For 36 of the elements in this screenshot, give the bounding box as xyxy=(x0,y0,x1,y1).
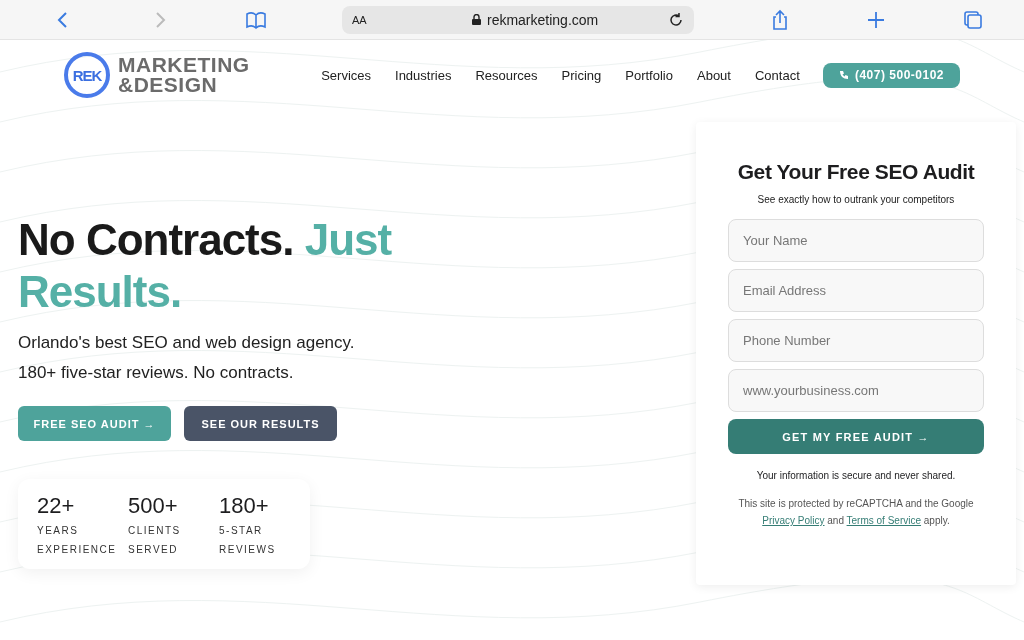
address-bar[interactable]: AA rekmarketing.com xyxy=(341,5,694,34)
terms-link[interactable]: Terms of Service xyxy=(846,515,922,526)
subtitle: Orlando's best SEO and web design agency. 180+ five-star reviews. No contracts. xyxy=(18,332,356,384)
phone-icon xyxy=(838,70,849,80)
nav-link[interactable]: Industries xyxy=(395,67,452,83)
stat-label: 5-STAR REVIEWS xyxy=(219,524,277,557)
tabs-icon[interactable] xyxy=(961,8,984,31)
form-subtitle: See exactly how to outrank your competitors xyxy=(757,194,955,205)
legal-text: This site is protected by reCAPTCHA and the Google Privacy Policy and Terms of Service apply. xyxy=(737,497,975,528)
logo-text[interactable]: MARKETING &DESIGN xyxy=(118,55,250,95)
input-field[interactable]: Phone Number xyxy=(728,319,984,362)
secure-note: Your information is secure and never shared. xyxy=(756,470,956,481)
privacy-link[interactable]: Privacy Policy xyxy=(762,515,825,526)
stat-value: 22+ xyxy=(37,493,75,519)
input-field[interactable]: www.yourbusiness.com xyxy=(728,369,984,412)
nav-link[interactable]: Portfolio xyxy=(625,67,673,83)
headline: No Contracts. Just Results. xyxy=(18,214,393,318)
logo-mark[interactable]: REK xyxy=(64,52,110,98)
input-field[interactable]: Your Name xyxy=(728,219,984,262)
lock-icon xyxy=(471,14,481,25)
stat-label: YEARS EXPERIENCE xyxy=(37,524,118,557)
url-text: rekmarketing.com xyxy=(486,11,599,28)
input-field[interactable]: Email Address xyxy=(728,269,984,312)
stat-value: 180+ xyxy=(219,493,269,519)
results-button[interactable]: SEE OUR RESULTS xyxy=(184,406,337,441)
stat-value: 500+ xyxy=(128,493,178,519)
nav-link[interactable]: About xyxy=(697,67,731,83)
nav-link[interactable]: Resources xyxy=(475,67,538,83)
nav-link[interactable]: Pricing xyxy=(561,67,602,83)
reload-icon[interactable] xyxy=(667,11,684,28)
stat-label: CLIENTS SERVED xyxy=(128,524,182,557)
text-size-button[interactable]: AA xyxy=(351,13,472,26)
nav-link[interactable]: Services xyxy=(321,67,371,83)
submit-button[interactable]: GET MY FREE AUDIT → xyxy=(728,419,984,454)
nav-link[interactable]: Contact xyxy=(754,67,800,83)
form-title: Get Your Free SEO Audit xyxy=(737,160,975,184)
